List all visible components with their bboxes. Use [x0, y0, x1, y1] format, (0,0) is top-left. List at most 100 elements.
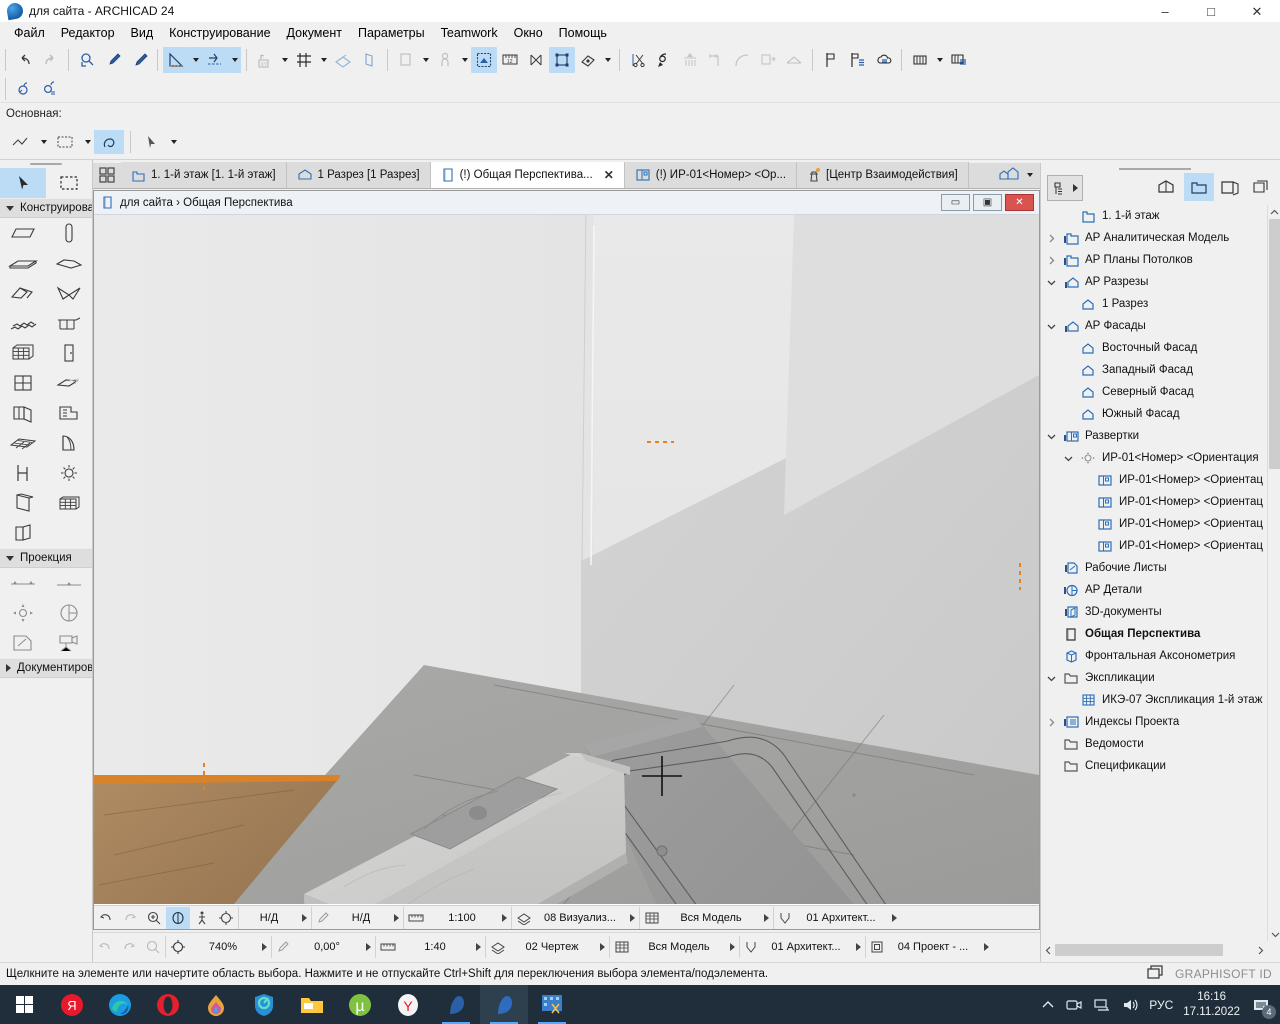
network-icon[interactable] [1093, 997, 1111, 1013]
popup-arrow-icon[interactable] [262, 942, 267, 951]
chevron-down-icon[interactable] [1062, 454, 1074, 463]
tab-interior-elevation[interactable]: (!) ИР-01<Номер> <Ор... [624, 162, 798, 188]
menu-item-options[interactable]: Параметры [350, 24, 433, 42]
scroll-down-arrow-icon[interactable] [1268, 927, 1280, 941]
railing-tool[interactable] [46, 308, 92, 338]
scroll-up-arrow-icon[interactable] [1268, 205, 1280, 219]
chevron-down-icon[interactable] [1045, 674, 1057, 683]
document-minimize-button[interactable]: ▭ [941, 194, 970, 211]
popup-arrow-icon[interactable] [600, 942, 605, 951]
menu-item-design[interactable]: Конструирование [161, 24, 278, 42]
view-map-tab[interactable] [1184, 173, 1214, 201]
flag-icon[interactable] [818, 47, 844, 73]
tree-horizontal-scrollbar[interactable] [1041, 943, 1267, 957]
popup-arrow-icon[interactable] [630, 913, 635, 922]
main-field-project[interactable]: 04 Проект - ... [865, 935, 993, 958]
tree-item[interactable]: Экспликации [1041, 667, 1265, 689]
tree-item[interactable]: АР Фасады [1041, 315, 1265, 337]
marquee-select-tool[interactable] [46, 168, 92, 198]
mode-arrow-icon[interactable] [136, 130, 166, 154]
camera-icon[interactable] [1065, 997, 1083, 1013]
redo-view-icon[interactable] [117, 936, 141, 958]
chevron-right-icon[interactable] [1045, 718, 1057, 727]
tree-item[interactable]: Северный Фасад [1041, 381, 1265, 403]
snipping-tool-icon[interactable] [528, 985, 576, 1024]
popup-arrow-icon[interactable] [892, 913, 897, 922]
tree-vertical-scrollbar[interactable] [1267, 205, 1280, 941]
main-field-layers[interactable]: 02 Чертеж [485, 935, 609, 958]
archicad-icon-2[interactable] [480, 985, 528, 1024]
wall-tool[interactable] [0, 218, 46, 248]
elevate-icon[interactable] [677, 47, 703, 73]
tree-item[interactable]: ИР-01<Номер> <Ориентац [1041, 513, 1265, 535]
orbit-tool-icon[interactable] [166, 906, 190, 929]
chevron-down-icon[interactable] [1045, 322, 1057, 331]
syringe-icon[interactable] [126, 47, 152, 73]
opera-icon[interactable] [144, 985, 192, 1024]
navigator-tree[interactable]: 1. 1-й этаж АР Аналитическая Модель АР Пла… [1041, 205, 1280, 957]
opening-tool[interactable] [0, 398, 46, 428]
marquee-3d-icon[interactable] [471, 47, 497, 73]
fit-window-icon[interactable] [214, 907, 238, 929]
list-flag-icon[interactable] [844, 47, 870, 73]
snap-guide-dropdown[interactable] [228, 47, 241, 73]
file-explorer-icon[interactable] [288, 985, 336, 1024]
3d-cut-icon[interactable] [575, 47, 601, 73]
palette-section-design[interactable]: Конструирование [0, 198, 92, 218]
popup-arrow-icon[interactable] [394, 913, 399, 922]
tree-scroll-thumb[interactable] [1269, 219, 1280, 469]
interior-elevation-tool[interactable] [0, 598, 46, 628]
language-indicator[interactable]: РУС [1149, 998, 1173, 1012]
lasso-icon[interactable] [651, 47, 677, 73]
coordinate-origin-icon[interactable]: XY [252, 47, 278, 73]
fillet-icon[interactable] [729, 47, 755, 73]
tree-item[interactable]: Спецификации [1041, 755, 1265, 777]
menu-item-editor[interactable]: Редактор [53, 24, 123, 42]
document-restore-button[interactable]: ▣ [973, 194, 1002, 211]
tab-floor-plan[interactable]: 1. 1-й этаж [1. 1-й этаж] [121, 162, 287, 188]
coordinate-dropdown[interactable] [278, 47, 291, 73]
copy-icon[interactable] [393, 47, 419, 73]
beam-tool[interactable] [0, 248, 46, 278]
grid-snap-icon[interactable] [291, 47, 317, 73]
tree-item[interactable]: ИКЭ-07 Экспликация 1-й этаж [1041, 689, 1265, 711]
main-field-zoom[interactable]: 740% [165, 935, 271, 958]
menu-item-document[interactable]: Документ [279, 24, 350, 42]
chevron-right-icon[interactable] [1045, 234, 1057, 243]
3d-viewport[interactable] [94, 215, 1039, 904]
redo-icon[interactable] [37, 47, 63, 73]
dimension-icon[interactable] [523, 47, 549, 73]
person-icon[interactable] [432, 47, 458, 73]
doc-field-pen[interactable]: Н/Д [311, 906, 403, 929]
mode-polyline-dropdown[interactable] [37, 129, 50, 155]
copy-dropdown[interactable] [419, 47, 432, 73]
windows-start-icon[interactable] [0, 985, 48, 1024]
window-minimize-button[interactable]: – [1142, 0, 1188, 22]
tree-item[interactable]: АР Аналитическая Модель [1041, 227, 1265, 249]
magic-wand-icon[interactable] [163, 47, 189, 73]
mode-marquee-icon[interactable] [50, 130, 80, 154]
wall-icon[interactable] [356, 47, 382, 73]
magic-wand-dropdown[interactable] [189, 47, 202, 73]
mode-arrow-dropdown[interactable] [167, 129, 180, 155]
volume-icon[interactable] [1121, 997, 1139, 1013]
doc-field-structure[interactable]: Вся Модель [639, 906, 773, 929]
menu-item-help[interactable]: Помощь [551, 24, 615, 42]
worksheet-tool[interactable] [0, 628, 46, 658]
palette-grip[interactable] [0, 160, 92, 168]
tab-general-perspective[interactable]: (!) Общая Перспектива... ✕ [430, 162, 625, 188]
windows-cascade-icon[interactable] [1147, 964, 1165, 984]
mode-marquee-dropdown[interactable] [81, 129, 94, 155]
archicad-icon-1[interactable] [432, 985, 480, 1024]
tree-item[interactable]: АР Планы Потолков [1041, 249, 1265, 271]
menu-item-view[interactable]: Вид [123, 24, 162, 42]
person-dropdown[interactable] [458, 47, 471, 73]
shell-tool[interactable] [46, 278, 92, 308]
publisher-sets-tab[interactable] [1246, 173, 1276, 201]
measure-icon[interactable]: 12 [497, 47, 523, 73]
tree-item[interactable]: ИР-01<Номер> <Ориентац [1041, 535, 1265, 557]
organizer-icon[interactable] [995, 162, 1021, 188]
elevation-tool[interactable] [46, 568, 92, 598]
popup-arrow-icon[interactable] [502, 913, 507, 922]
utorrent-icon[interactable]: µ [336, 985, 384, 1024]
